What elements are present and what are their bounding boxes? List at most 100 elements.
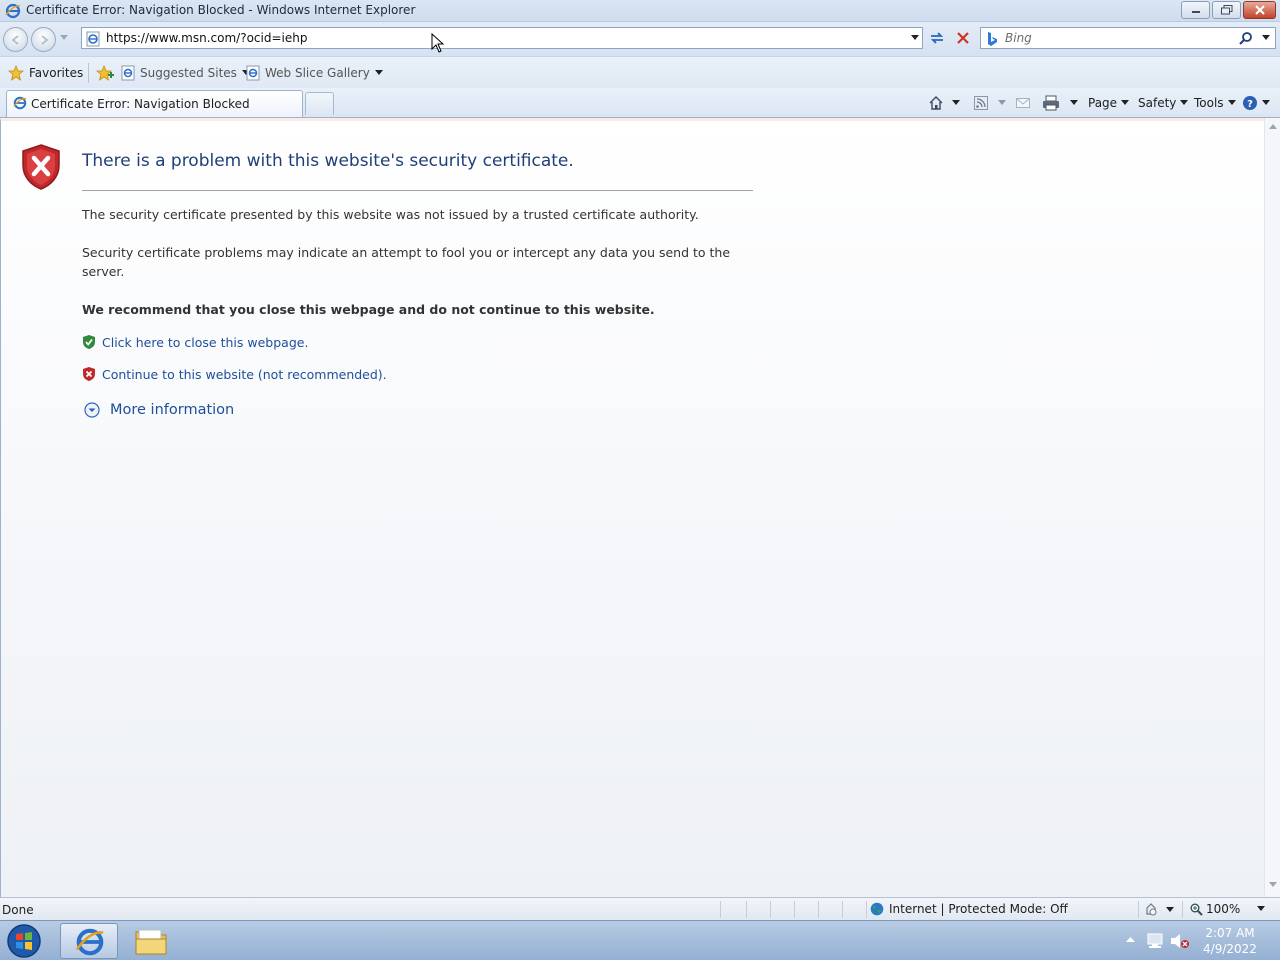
ie-logo-icon [75, 928, 104, 956]
chevron-down-icon [1180, 100, 1189, 105]
chevron-down-icon [374, 70, 383, 75]
more-information-toggle[interactable]: More information [84, 402, 234, 418]
refresh-icon[interactable] [926, 27, 948, 49]
scroll-up-icon[interactable] [1269, 124, 1277, 130]
page-menu-button[interactable]: Page [1088, 92, 1130, 114]
address-dropdown-icon[interactable] [911, 35, 919, 41]
search-dropdown-icon[interactable] [1262, 35, 1270, 41]
safety-menu-label: Safety [1138, 96, 1177, 110]
tab-certificate-error[interactable]: Certificate Error: Navigation Blocked [6, 90, 303, 117]
title-bar: Certificate Error: Navigation Blocked - … [0, 0, 1280, 22]
more-information-label[interactable]: More information [110, 402, 234, 418]
tools-menu-button[interactable]: Tools [1194, 92, 1236, 114]
new-tab-button[interactable] [305, 92, 334, 115]
back-arrow-icon [10, 34, 19, 45]
clock-date: 4/9/2022 [1203, 942, 1257, 956]
svg-text:?: ? [1247, 99, 1253, 110]
scroll-down-icon[interactable] [1269, 882, 1277, 888]
status-divider [866, 901, 867, 918]
address-bar[interactable]: https://www.msn.com/?ocid=iehp [81, 27, 923, 49]
page-title: There is a problem with this website's s… [82, 151, 574, 171]
print-button[interactable] [1042, 92, 1078, 114]
vertical-scrollbar[interactable] [1264, 118, 1280, 897]
favorites-bar: Favorites Suggested Sites Web Slice Gall… [0, 56, 1280, 88]
system-clock[interactable]: 2:07 AM 4/9/2022 [1194, 925, 1266, 957]
network-icon[interactable] [1146, 933, 1164, 949]
suggested-sites-label: Suggested Sites [140, 66, 237, 80]
globe-icon [870, 902, 884, 916]
feeds-button[interactable] [974, 92, 1006, 114]
help-icon: ? [1243, 96, 1257, 110]
clock-time: 2:07 AM [1205, 926, 1255, 940]
tools-menu-label: Tools [1194, 96, 1224, 110]
favorites-label: Favorites [29, 66, 84, 80]
chevron-down-icon [1257, 906, 1266, 911]
close-webpage-label[interactable]: Click here to close this webpage. [102, 335, 308, 350]
green-shield-icon [83, 335, 95, 349]
forward-button[interactable] [31, 27, 56, 52]
favorites-button[interactable]: Favorites [8, 65, 83, 81]
favorites-divider [88, 63, 89, 83]
security-zone-label: Internet | Protected Mode: Off [889, 902, 1068, 916]
chevron-down-icon [1227, 100, 1236, 105]
recommendation-text: We recommend that you close this webpage… [82, 302, 655, 317]
taskbar-internet-explorer[interactable] [60, 923, 118, 959]
status-divider [794, 901, 795, 918]
web-slice-gallery-button[interactable]: Web Slice Gallery [246, 65, 383, 81]
add-to-favorites-bar-icon[interactable] [96, 65, 114, 81]
home-icon [929, 96, 943, 110]
error-shield-icon [22, 144, 60, 190]
divider [82, 190, 753, 191]
close-webpage-link[interactable]: Click here to close this webpage. [82, 334, 308, 350]
popup-blocker-icon[interactable] [1144, 902, 1176, 916]
continue-label[interactable]: Continue to this website (not recommende… [102, 367, 387, 382]
status-divider [746, 901, 747, 918]
suggested-sites-button[interactable]: Suggested Sites [121, 65, 250, 81]
safety-menu-button[interactable]: Safety [1138, 92, 1189, 114]
untrusted-authority-text: The security certificate presented by th… [82, 207, 699, 222]
ie-page-icon [86, 31, 100, 47]
status-divider [770, 901, 771, 918]
url-text[interactable]: https://www.msn.com/?ocid=iehp [106, 31, 307, 45]
chevron-down-icon [952, 100, 960, 105]
taskbar-windows-explorer[interactable] [122, 923, 180, 959]
search-icon[interactable] [1239, 31, 1253, 45]
printer-icon [1043, 95, 1059, 111]
status-divider [720, 901, 721, 918]
ie-page-icon [121, 65, 135, 81]
zoom-level-button[interactable]: 100% [1190, 902, 1266, 916]
home-button[interactable] [928, 92, 960, 114]
page-menu-label: Page [1088, 96, 1118, 110]
status-text: Done [2, 903, 34, 917]
status-divider [842, 901, 843, 918]
restore-icon [1220, 5, 1232, 15]
security-zone[interactable]: Internet | Protected Mode: Off [870, 902, 1068, 916]
mail-icon [1016, 98, 1030, 108]
back-button[interactable] [3, 27, 28, 52]
ie-logo-icon [13, 96, 27, 110]
start-button[interactable] [4, 922, 44, 960]
status-bar: Done Internet | Protected Mode: Off 100% [0, 897, 1280, 920]
window-title: Certificate Error: Navigation Blocked - … [26, 3, 416, 17]
show-hidden-icons-icon[interactable] [1126, 937, 1135, 943]
help-menu-button[interactable]: ? [1242, 92, 1270, 114]
window-controls [1181, 1, 1276, 19]
expand-chevron-icon [84, 402, 100, 418]
volume-muted-icon[interactable] [1170, 933, 1190, 949]
bing-icon [988, 32, 997, 46]
close-button[interactable] [1243, 1, 1276, 19]
continue-to-website-link[interactable]: Continue to this website (not recommende… [82, 366, 387, 382]
search-placeholder: Bing [1005, 31, 1032, 45]
read-mail-button[interactable] [1016, 92, 1030, 114]
navigation-bar: https://www.msn.com/?ocid=iehp Bing [0, 22, 1280, 56]
restore-button[interactable] [1212, 1, 1241, 19]
stop-icon[interactable] [952, 27, 974, 49]
minimize-button[interactable] [1181, 1, 1210, 19]
web-slice-gallery-label: Web Slice Gallery [265, 66, 370, 80]
certificate-error-page: There is a problem with this website's s… [0, 118, 1264, 897]
chevron-down-icon [1121, 100, 1130, 105]
zoom-level-label: 100% [1206, 902, 1241, 916]
recent-pages-dropdown-icon[interactable] [60, 35, 68, 41]
search-box[interactable]: Bing [980, 27, 1276, 49]
ie-page-icon [246, 65, 260, 81]
